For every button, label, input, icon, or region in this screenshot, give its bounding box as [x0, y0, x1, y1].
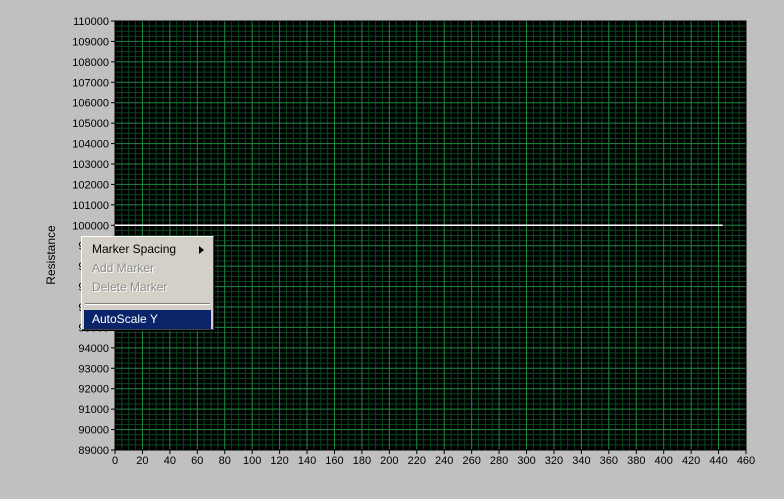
menu-item-delete-marker: Delete Marker — [84, 278, 211, 297]
x-tick-label: 20 — [136, 455, 148, 467]
x-tick-label: 420 — [682, 455, 700, 467]
x-tick-label: 300 — [517, 455, 535, 467]
y-tick-label: 108000 — [72, 57, 109, 69]
y-tick-label: 109000 — [72, 36, 109, 48]
x-tick-label: 120 — [270, 455, 288, 467]
x-tick-label: 280 — [490, 455, 508, 467]
x-tick-label: 40 — [164, 455, 176, 467]
menu-item-label: AutoScale Y — [92, 312, 158, 326]
x-tick-label: 100 — [243, 455, 261, 467]
y-tick-label: 104000 — [72, 139, 109, 151]
x-tick-label: 80 — [219, 455, 231, 467]
menu-item-label: Marker Spacing — [92, 242, 177, 256]
y-tick-label: 89000 — [78, 445, 109, 457]
menu-item-label: Add Marker — [92, 261, 155, 275]
y-tick-label: 92000 — [78, 384, 109, 396]
x-tick-label: 320 — [545, 455, 563, 467]
y-tick-label: 105000 — [72, 118, 109, 130]
y-tick-label: 106000 — [72, 98, 109, 110]
x-tick-label: 440 — [709, 455, 727, 467]
menu-item-marker-spacing[interactable]: Marker Spacing — [84, 240, 211, 259]
menu-item-autoscale-y[interactable]: AutoScale Y — [84, 310, 211, 329]
menu-separator — [85, 303, 210, 305]
x-tick-label: 60 — [191, 455, 203, 467]
x-tick-label: 140 — [298, 455, 316, 467]
x-tick-label: 380 — [627, 455, 645, 467]
y-tick-label: 110000 — [73, 16, 109, 28]
x-tick-label: 460 — [737, 455, 755, 467]
y-tick-label: 107000 — [72, 77, 109, 89]
x-tick-label: 180 — [353, 455, 371, 467]
x-axis: 0 20 40 60 80 100 120 140 160 180 200 220 240 260 280 3… — [112, 450, 755, 467]
y-tick-label: 91000 — [78, 404, 109, 416]
context-menu[interactable]: Marker Spacing Add Marker Delete Marker … — [81, 236, 214, 330]
x-tick-label: 0 — [112, 455, 118, 467]
menu-item-label: Delete Marker — [92, 280, 168, 294]
y-tick-label: 93000 — [78, 363, 109, 375]
y-tick-label: 102000 — [72, 179, 109, 191]
y-axis-label: Resistance — [44, 225, 58, 285]
x-tick-label: 200 — [380, 455, 398, 467]
y-tick-label: 101000 — [72, 200, 109, 212]
x-tick-label: 260 — [462, 455, 480, 467]
x-tick-label: 400 — [655, 455, 673, 467]
submenu-arrow-icon — [199, 246, 204, 254]
y-tick-label: 103000 — [72, 159, 109, 171]
menu-item-add-marker: Add Marker — [84, 259, 211, 278]
x-tick-label: 160 — [325, 455, 343, 467]
y-tick-label: 100000 — [72, 220, 109, 232]
x-tick-label: 340 — [572, 455, 590, 467]
x-tick-label: 240 — [435, 455, 453, 467]
y-tick-label: 94000 — [78, 343, 109, 355]
y-tick-label: 90000 — [78, 425, 109, 437]
x-tick-label: 360 — [600, 455, 618, 467]
x-tick-label: 220 — [408, 455, 426, 467]
